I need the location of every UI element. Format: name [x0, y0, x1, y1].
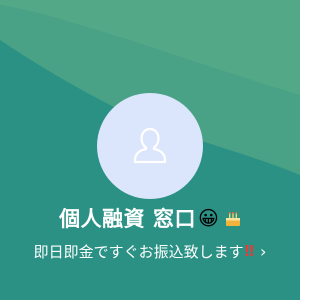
profile-avatar[interactable] [97, 93, 203, 199]
status-message-row[interactable]: 即日即金ですぐお振込致します ‼ › [0, 238, 300, 264]
profile-name-row[interactable]: 個人融資 窓口 😀 [0, 200, 300, 236]
cake-icon [225, 211, 240, 226]
status-message: 即日即金ですぐお振込致します [33, 242, 244, 261]
profile-screen: 個人融資 窓口 😀 即日即金ですぐお振込致します ‼ › [0, 0, 300, 300]
profile-name: 個人融資 窓口 [59, 207, 196, 231]
grinning-face-emoji-icon: 😀 [197, 206, 219, 230]
chevron-right-icon: › [260, 241, 267, 261]
person-placeholder-icon [133, 127, 167, 164]
double-exclamation-icon: ‼ [244, 242, 254, 260]
